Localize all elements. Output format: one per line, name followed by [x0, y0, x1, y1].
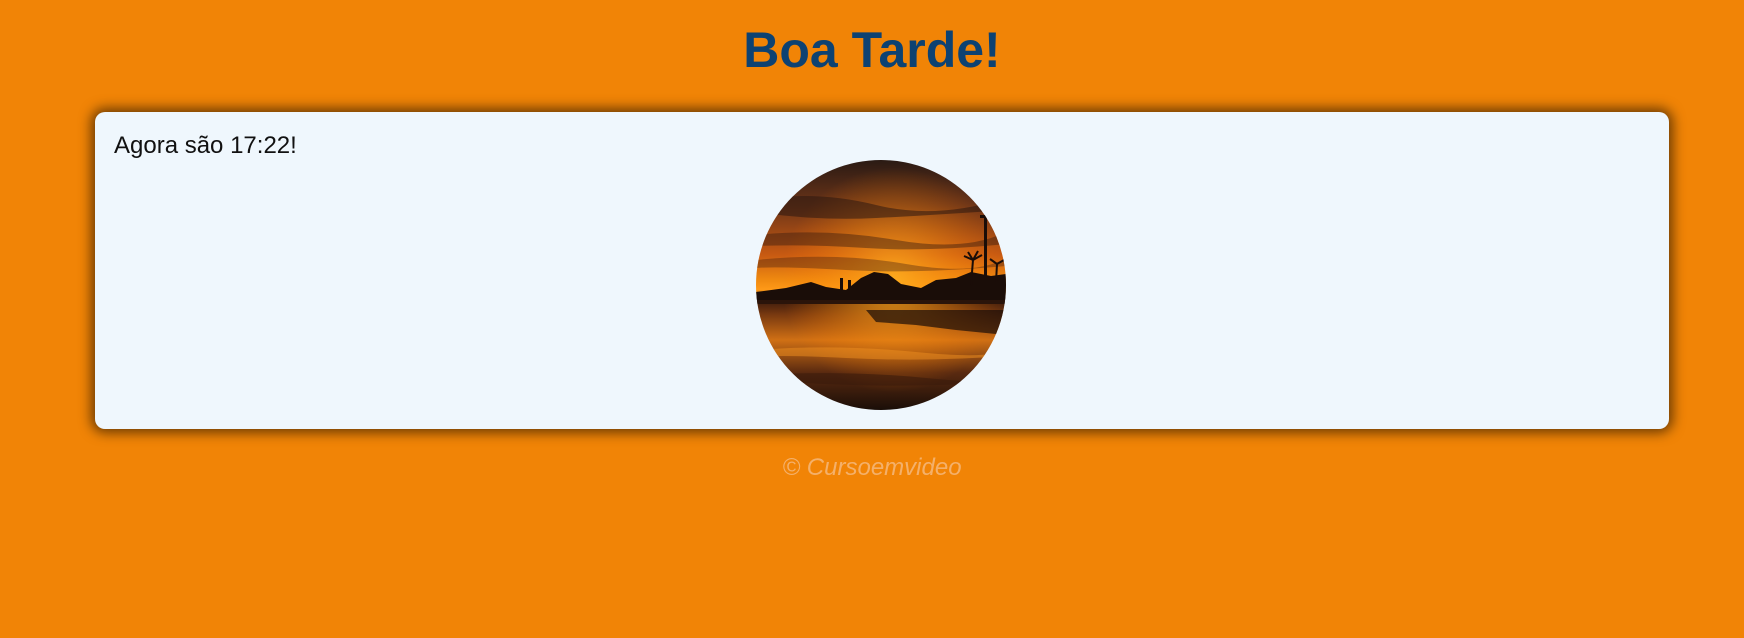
sunset-beach-photo	[756, 160, 1006, 410]
page-title: Boa Tarde!	[743, 22, 1001, 78]
footer-copyright: © Cursoemvideo	[782, 454, 962, 481]
page: Boa Tarde! Agora são 17:22! © Cursoemvid…	[0, 0, 1744, 638]
time-message: Agora são 17:22!	[114, 132, 297, 159]
content-card: Agora são 17:22!	[95, 112, 1669, 429]
